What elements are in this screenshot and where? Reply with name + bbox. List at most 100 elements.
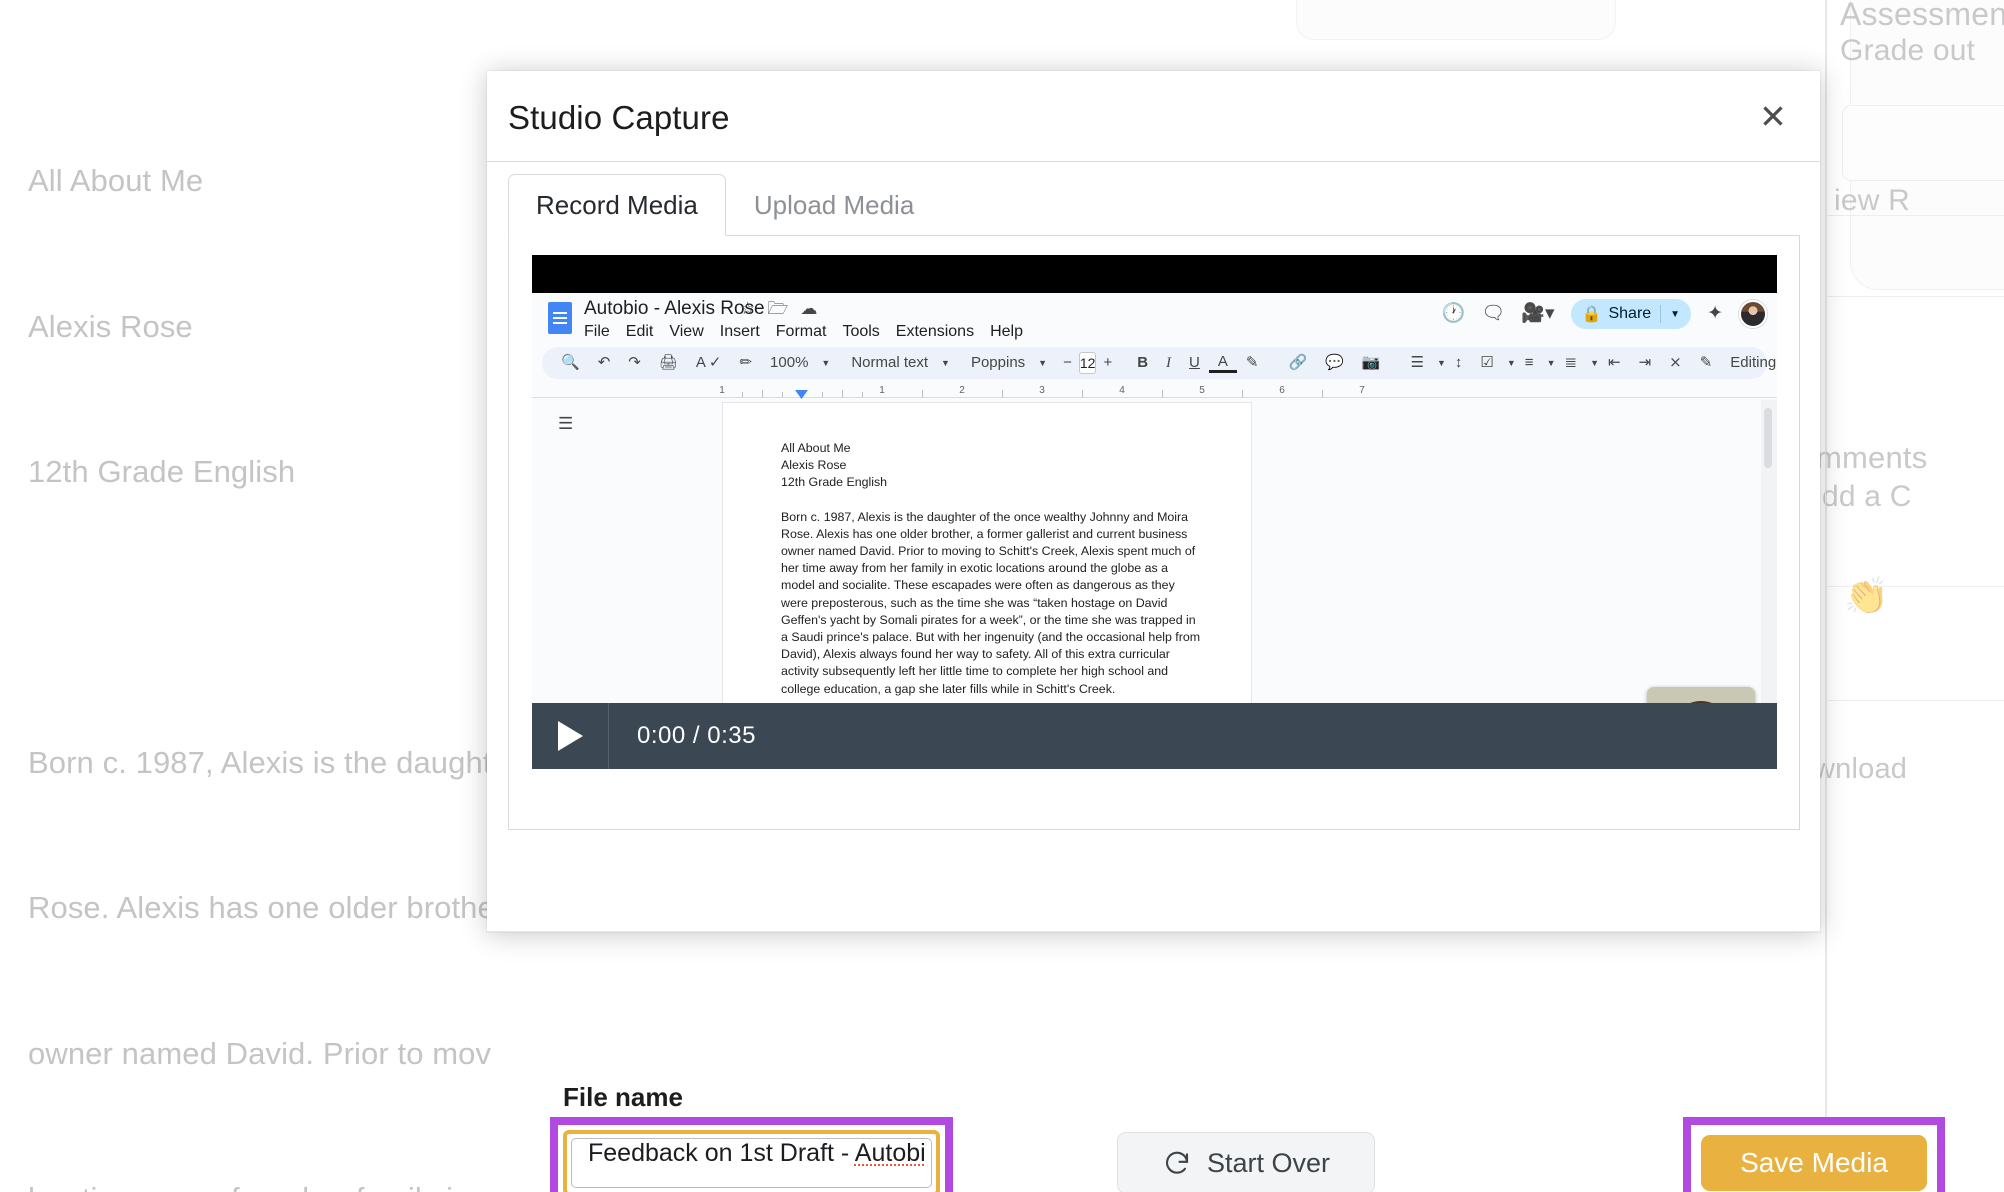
- editing-mode-label[interactable]: Editing: [1721, 347, 1777, 379]
- bullet-chevron-down-icon[interactable]: ▼: [1547, 358, 1556, 368]
- underline-button[interactable]: U: [1180, 347, 1209, 379]
- font-size-input[interactable]: 12: [1078, 352, 1097, 374]
- ruler-number: 6: [1279, 385, 1285, 396]
- align-chevron-down-icon[interactable]: ▼: [1437, 358, 1446, 368]
- file-name-value-misspelled: Autobi: [854, 1139, 926, 1167]
- decrease-font-size-button[interactable]: −: [1059, 347, 1076, 379]
- gdocs-header-line: All About Me: [781, 441, 851, 455]
- play-button[interactable]: [532, 703, 608, 769]
- video-player[interactable]: Autobio - Alexis Rose ☆ 🗁 ☁ File Edit Vi…: [532, 255, 1777, 769]
- save-media-button[interactable]: Save Media: [1701, 1135, 1927, 1191]
- ruler-number: 7: [1359, 385, 1365, 396]
- menu-help[interactable]: Help: [990, 323, 1023, 341]
- numbered-chevron-down-icon[interactable]: ▼: [1590, 358, 1599, 368]
- line-spacing-icon[interactable]: ↕: [1446, 347, 1472, 379]
- assessment-heading: Assessmen: [1840, 0, 2004, 32]
- ruler-number: 3: [1039, 385, 1045, 396]
- font-chevron-down-icon[interactable]: ▼: [1038, 358, 1047, 368]
- control-divider: [608, 703, 609, 769]
- gdocs-title-bar: Autobio - Alexis Rose ☆ 🗁 ☁ File Edit Vi…: [532, 293, 1777, 347]
- text-color-button[interactable]: A: [1208, 353, 1237, 373]
- ruler-number: 4: [1119, 385, 1125, 396]
- meet-camera-icon[interactable]: 🎥▾: [1521, 301, 1554, 327]
- decrease-indent-icon[interactable]: ⇤: [1599, 347, 1630, 379]
- ruler-tick: [1162, 390, 1163, 397]
- tab-upload-media[interactable]: Upload Media: [726, 174, 942, 236]
- tab-record-media[interactable]: Record Media: [508, 174, 726, 236]
- add-comment-label[interactable]: dd a C: [1822, 480, 1912, 514]
- zoom-level[interactable]: 100%: [761, 347, 817, 379]
- paint-format-icon[interactable]: ✏: [730, 347, 761, 379]
- spellcheck-icon[interactable]: A ✓: [687, 347, 731, 379]
- paragraph-style-select[interactable]: Normal text: [842, 347, 937, 379]
- gdocs-header-line: 12th Grade English: [781, 475, 888, 490]
- gdocs-paragraph: Born c. 1987, Alexis is the daughter of …: [781, 509, 1201, 696]
- grade-input-box[interactable]: [1842, 105, 2004, 181]
- gemini-sparkle-icon[interactable]: ✦: [1707, 301, 1723, 327]
- italic-button[interactable]: I: [1157, 347, 1180, 379]
- gdocs-title-icons: ☆ 🗁 ☁: [740, 299, 817, 319]
- font-family-select[interactable]: Poppins: [962, 347, 1034, 379]
- insert-link-icon[interactable]: 🔗: [1279, 347, 1316, 379]
- share-button[interactable]: 🔒 Share ▼: [1570, 299, 1692, 329]
- zoom-chevron-down-icon[interactable]: ▼: [821, 358, 830, 368]
- highlight-color-icon[interactable]: ✎: [1237, 347, 1268, 379]
- bg-doc-line: owner named David. Prior to mov: [28, 1035, 492, 1071]
- style-chevron-down-icon[interactable]: ▼: [941, 358, 950, 368]
- star-icon[interactable]: ☆: [740, 299, 755, 319]
- media-panel: Autobio - Alexis Rose ☆ 🗁 ☁ File Edit Vi…: [508, 236, 1800, 830]
- numbered-list-icon[interactable]: ≣: [1555, 347, 1586, 379]
- ruler-tick: [1002, 390, 1003, 397]
- version-history-icon[interactable]: 🕐: [1442, 301, 1466, 327]
- avatar[interactable]: [1739, 300, 1767, 328]
- undo-icon[interactable]: ↶: [589, 347, 620, 379]
- increase-indent-icon[interactable]: ⇥: [1630, 347, 1661, 379]
- cloud-saved-icon[interactable]: ☁: [800, 299, 817, 319]
- file-name-input[interactable]: Feedback on 1st Draft - Autobi: [571, 1138, 932, 1188]
- redo-icon[interactable]: ↷: [619, 347, 650, 379]
- gdocs-document-title[interactable]: Autobio - Alexis Rose: [584, 298, 765, 320]
- align-icon[interactable]: ☰: [1402, 347, 1433, 379]
- video-control-bar: 0:00 / 0:35: [532, 703, 1777, 769]
- add-comment-icon[interactable]: 💬: [1316, 347, 1353, 379]
- print-icon[interactable]: 🖨: [650, 347, 687, 379]
- tab-upload-media-label: Upload Media: [753, 189, 915, 220]
- ruler-line: [532, 397, 1777, 398]
- ruler-tick: [1322, 390, 1323, 397]
- menu-format[interactable]: Format: [776, 323, 827, 341]
- menu-view[interactable]: View: [669, 323, 703, 341]
- menu-file[interactable]: File: [584, 323, 610, 341]
- download-label[interactable]: wnload: [1814, 753, 1907, 786]
- modal-footer-divider: [487, 931, 1820, 932]
- insert-image-icon[interactable]: 📷: [1353, 347, 1390, 379]
- search-icon[interactable]: 🔍: [552, 347, 589, 379]
- menu-edit[interactable]: Edit: [626, 323, 654, 341]
- view-rubric-link[interactable]: iew R: [1834, 184, 1910, 218]
- file-name-focus-ring: Feedback on 1st Draft - Autobi: [563, 1130, 940, 1192]
- panel-edge-line: [1825, 0, 1826, 1192]
- bulleted-list-icon[interactable]: ≡: [1516, 347, 1543, 379]
- chevron-down-icon[interactable]: ▼: [1670, 309, 1680, 320]
- document-outline-icon[interactable]: ☰: [558, 414, 573, 434]
- clear-formatting-icon[interactable]: ⨯: [1660, 347, 1691, 379]
- gdocs-scrollbar-thumb[interactable]: [1764, 408, 1772, 468]
- menu-extensions[interactable]: Extensions: [896, 323, 974, 341]
- ruler-tick: [1082, 390, 1083, 397]
- editing-mode-pencil-icon[interactable]: ✎: [1691, 347, 1722, 379]
- increase-font-size-button[interactable]: +: [1099, 347, 1116, 379]
- bold-button[interactable]: B: [1128, 347, 1157, 379]
- panel-divider-4: [1826, 700, 2004, 701]
- menu-insert[interactable]: Insert: [720, 323, 760, 341]
- clap-emoji[interactable]: 👏: [1844, 575, 1889, 617]
- checklist-icon[interactable]: ☑: [1471, 347, 1502, 379]
- comment-history-icon[interactable]: 🗨: [1481, 301, 1505, 327]
- menu-tools[interactable]: Tools: [842, 323, 879, 341]
- move-to-folder-icon[interactable]: 🗁: [767, 299, 788, 319]
- play-icon: [557, 721, 583, 751]
- checklist-chevron-down-icon[interactable]: ▼: [1507, 358, 1516, 368]
- page-title: Studio Capture: [508, 99, 730, 136]
- start-over-button[interactable]: Start Over: [1117, 1132, 1375, 1192]
- grade-out-label: Grade out: [1840, 34, 1976, 67]
- close-icon[interactable]: ✕: [1753, 97, 1793, 137]
- gdocs-menu-bar: File Edit View Insert Format Tools Exten…: [584, 323, 1023, 341]
